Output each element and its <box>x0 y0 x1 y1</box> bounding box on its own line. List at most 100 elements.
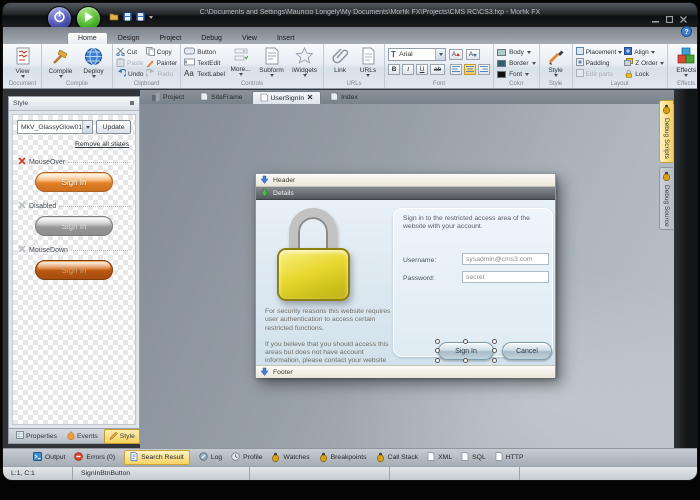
placement-button[interactable]: Placement <box>576 47 623 57</box>
selection-handle[interactable] <box>463 339 468 344</box>
underline-button[interactable]: U <box>416 64 428 75</box>
more-controls-button[interactable]: More... <box>227 46 254 76</box>
ribbon-tab-design[interactable]: Design <box>108 33 150 44</box>
font-color-button[interactable]: Font <box>497 69 536 79</box>
designer-form[interactable]: Header Details For security reasons this… <box>255 173 556 377</box>
app-window: C:\Documents and Settings\Mauricio Longe… <box>3 3 697 480</box>
align-right-button[interactable] <box>478 64 490 75</box>
selection-handle[interactable] <box>435 358 440 363</box>
cut-button[interactable]: Cut <box>116 47 144 57</box>
ribbon-tab-home[interactable]: Home <box>67 32 108 44</box>
ribbon-tab-debug[interactable]: Debug <box>191 33 232 44</box>
selection-handle[interactable] <box>463 358 468 363</box>
open-icon[interactable] <box>109 8 119 26</box>
redo-button[interactable]: Redo <box>146 69 178 79</box>
password-input[interactable] <box>462 271 549 283</box>
save-icon[interactable] <box>123 8 132 26</box>
tab-breakpoints[interactable]: Breakpoints <box>319 452 367 464</box>
save-all-icon[interactable] <box>136 8 145 26</box>
tab-events[interactable]: Events <box>63 430 102 443</box>
update-button[interactable]: Update <box>96 120 131 134</box>
header-band[interactable]: Header <box>256 174 555 187</box>
copy-button[interactable]: Copy <box>146 47 178 57</box>
border-color-button[interactable]: Border <box>497 58 536 68</box>
selection-handle[interactable] <box>492 348 497 353</box>
ribbon-tab-insert[interactable]: Insert <box>267 33 305 44</box>
tab-sql[interactable]: SQL <box>461 452 486 463</box>
view-button[interactable]: View <box>7 46 38 78</box>
qat-menu-icon[interactable] <box>149 16 153 19</box>
style-preset-combo[interactable]: MkV_GlassyGlow01 <box>17 120 93 134</box>
urls-button[interactable]: URLs <box>355 46 381 77</box>
panel-pin-icon[interactable] <box>129 100 135 108</box>
tab-close-icon[interactable] <box>307 94 313 102</box>
font-family-combo[interactable]: T Arial <box>388 48 446 61</box>
shrink-font-button[interactable]: A <box>466 49 480 60</box>
selection-handle[interactable] <box>492 339 497 344</box>
button-control-button[interactable]: Button <box>184 47 225 57</box>
tab-errors[interactable]: Errors (0) <box>74 452 115 463</box>
tab-debug-source[interactable]: Debug Source <box>659 167 673 231</box>
compile-button[interactable]: Compile <box>45 46 76 78</box>
edit-parts-button[interactable]: Edit parts <box>576 69 623 79</box>
strikethrough-button[interactable]: ab <box>430 64 445 75</box>
state-button-disabled[interactable]: Sign In <box>35 216 113 236</box>
iwidgets-button[interactable]: iWidgets <box>289 46 320 77</box>
mouseover-state-icon[interactable] <box>18 157 26 167</box>
tab-xml[interactable]: XML <box>427 452 452 463</box>
italic-button[interactable]: I <box>402 64 414 75</box>
bold-button[interactable]: B <box>388 64 400 75</box>
painter-button[interactable]: Painter <box>146 58 178 68</box>
footer-arrow-icon <box>260 367 269 378</box>
tab-profile[interactable]: Profile <box>231 452 262 463</box>
ribbon-tab-project[interactable]: Project <box>149 33 191 44</box>
link-button[interactable]: Link <box>327 46 353 74</box>
tab-watches[interactable]: Watches <box>271 452 309 464</box>
tab-search-result[interactable]: Search Result <box>124 450 190 465</box>
tab-call-stack[interactable]: Call Stack <box>376 452 419 464</box>
state-button-mouseover[interactable]: Sign In <box>35 172 113 192</box>
minimize-icon[interactable] <box>652 10 659 28</box>
effects-button[interactable]: Effects <box>671 46 697 77</box>
tab-debug-scripts[interactable]: Debug Scripts <box>659 100 673 163</box>
selection-handle[interactable] <box>435 348 440 353</box>
align-left-button[interactable] <box>450 64 462 75</box>
design-canvas[interactable]: Header Details For security reasons this… <box>140 104 674 448</box>
details-band[interactable]: Details <box>256 187 555 200</box>
zorder-button[interactable]: Z Order <box>624 58 663 68</box>
deploy-button[interactable]: Deploy <box>78 46 109 78</box>
doc-tab-project[interactable]: Project <box>144 91 191 104</box>
remove-all-states-link[interactable]: Remove all states <box>19 141 129 148</box>
doc-tab-usersignin[interactable]: UserSignIn <box>252 91 322 104</box>
tab-style[interactable]: Style <box>104 429 140 444</box>
paste-button[interactable]: Paste <box>116 58 144 68</box>
undo-button[interactable]: Undo <box>116 69 144 79</box>
doc-tab-siteframe[interactable]: SiteFrame <box>193 91 249 104</box>
tab-log[interactable]: Log <box>199 452 222 463</box>
padding-button[interactable]: Padding <box>576 58 623 68</box>
username-input[interactable] <box>462 253 549 265</box>
align-center-button[interactable] <box>464 64 476 75</box>
ribbon-tab-view[interactable]: View <box>232 33 267 44</box>
doc-tab-index[interactable]: Index <box>323 91 365 104</box>
maximize-icon[interactable] <box>666 10 673 28</box>
disabled-state-icon[interactable] <box>18 201 26 211</box>
selection-handle[interactable] <box>492 358 497 363</box>
tab-output[interactable]: Output <box>33 452 65 463</box>
state-button-mousedown[interactable]: Sign In <box>35 260 113 280</box>
subform-button[interactable]: Subform <box>256 46 287 77</box>
tab-http[interactable]: HTTP <box>495 452 524 463</box>
textlabel-control-button[interactable]: AaTextLabel <box>184 69 225 79</box>
mousedown-state-icon[interactable] <box>18 245 26 255</box>
body-color-button[interactable]: Body <box>497 47 536 57</box>
align-button[interactable]: Align <box>624 47 663 57</box>
help-icon[interactable]: ? <box>681 24 692 42</box>
tab-properties[interactable]: Properties <box>12 430 61 442</box>
textedit-control-button[interactable]: TextEdit <box>184 58 225 68</box>
grow-font-button[interactable]: A <box>449 49 463 60</box>
style-button[interactable]: Style <box>543 46 569 77</box>
selection-handle[interactable] <box>435 339 440 344</box>
cancel-button[interactable]: Cancel <box>502 342 552 360</box>
lock-button[interactable]: Lock <box>624 69 663 79</box>
footer-band[interactable]: Footer <box>256 365 555 378</box>
